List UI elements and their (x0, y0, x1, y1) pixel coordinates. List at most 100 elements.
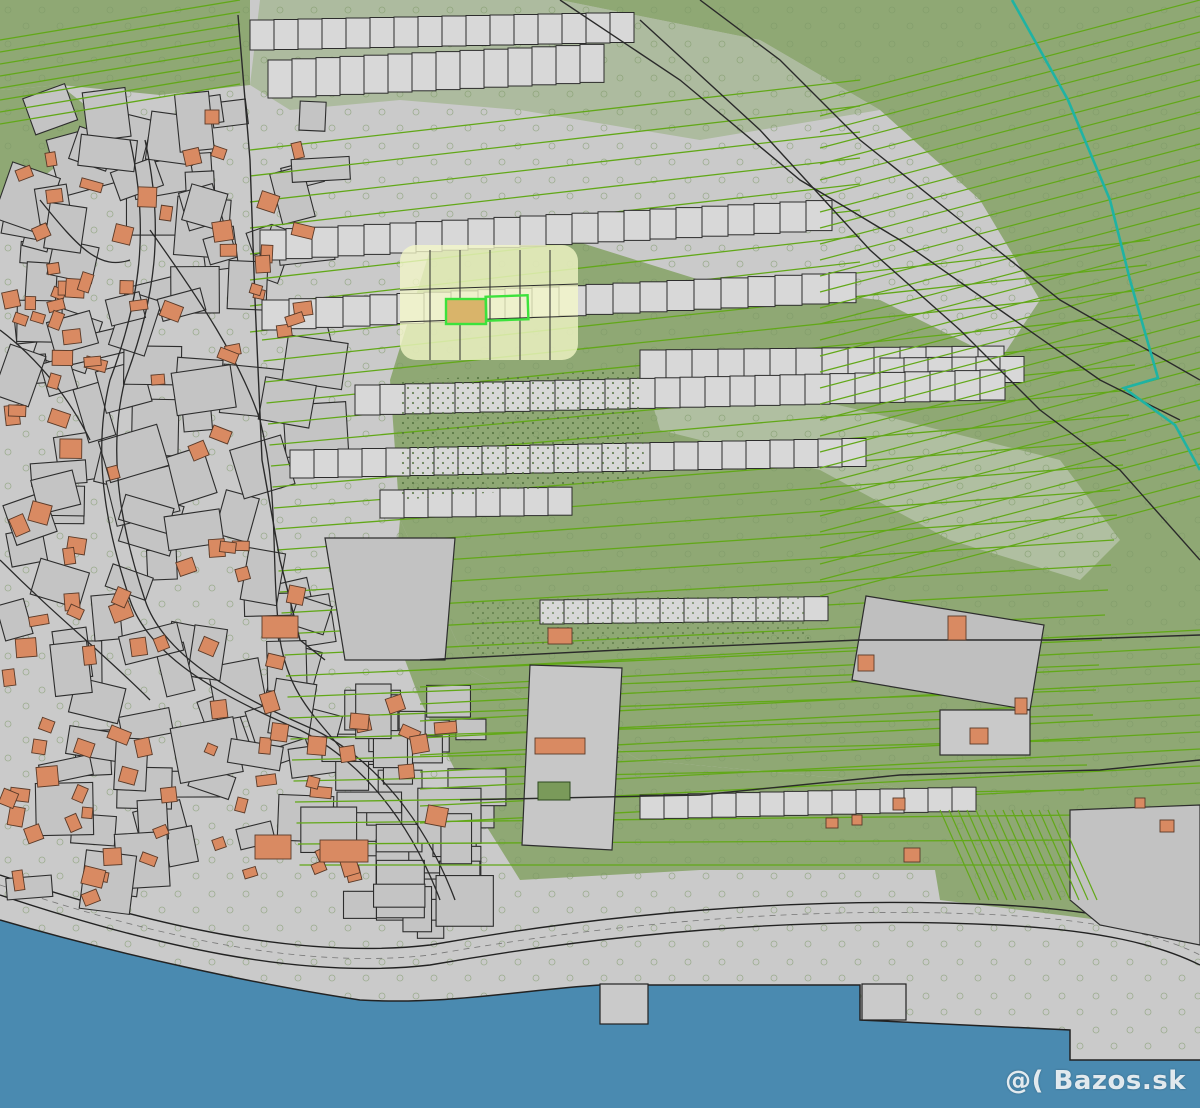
terrace-cell[interactable] (249, 19, 275, 51)
terrace-cell[interactable] (639, 794, 665, 820)
terrace-cell[interactable] (363, 54, 389, 94)
terrace-cell[interactable] (951, 786, 977, 812)
building[interactable] (159, 786, 178, 804)
terrace-cell[interactable] (547, 486, 573, 516)
building[interactable] (851, 814, 863, 826)
building[interactable] (81, 806, 94, 820)
building[interactable] (424, 804, 450, 828)
terrace-cell[interactable] (339, 55, 365, 95)
terrace-cell[interactable] (267, 59, 293, 99)
terrace-cell[interactable] (585, 283, 614, 315)
terrace-cell[interactable] (623, 209, 651, 241)
terrace-cell[interactable] (697, 441, 723, 470)
terrace-cell[interactable] (571, 212, 599, 244)
terrace-cell[interactable] (735, 792, 761, 818)
terrace-cell[interactable] (803, 596, 829, 622)
terrace-cell[interactable] (639, 281, 668, 313)
building[interactable] (35, 765, 60, 788)
village-parcel[interactable] (77, 133, 139, 173)
terrace-cell[interactable] (273, 19, 299, 50)
building[interactable] (51, 349, 74, 367)
building[interactable] (129, 636, 149, 658)
terrace-cell[interactable] (369, 294, 398, 326)
terrace-cell[interactable] (654, 377, 681, 409)
terrace-cell[interactable] (523, 487, 549, 517)
building[interactable] (46, 261, 61, 276)
terrace-cell[interactable] (663, 793, 689, 819)
terrace-cell[interactable] (807, 790, 833, 816)
terrace-cell[interactable] (545, 214, 573, 246)
building[interactable] (433, 720, 458, 735)
terrace-cell[interactable] (727, 204, 755, 236)
terrace-cell[interactable] (711, 792, 737, 818)
building[interactable] (133, 736, 153, 759)
terrace-cell[interactable] (954, 370, 981, 402)
terrace-cell[interactable] (297, 18, 323, 50)
terrace-cell[interactable] (720, 277, 749, 309)
building[interactable] (59, 438, 83, 459)
building[interactable] (319, 839, 369, 863)
building[interactable] (903, 847, 921, 863)
terrace-cell[interactable] (649, 442, 675, 471)
terrace-cell[interactable] (459, 49, 485, 89)
terrace-cell[interactable] (691, 348, 719, 380)
building[interactable] (254, 254, 271, 274)
village-parcel[interactable] (81, 86, 132, 143)
terrace-cell[interactable] (721, 440, 747, 470)
terrace-cell[interactable] (649, 208, 677, 240)
building[interactable] (969, 727, 989, 745)
terrace-cell[interactable] (673, 441, 699, 471)
terrace-cell[interactable] (675, 207, 703, 239)
building[interactable] (137, 186, 158, 208)
building[interactable] (547, 627, 573, 645)
terrace-cell[interactable] (831, 789, 857, 815)
building[interactable] (45, 187, 64, 205)
terrace-cell[interactable] (354, 384, 381, 416)
building[interactable] (209, 699, 229, 720)
terrace-cell[interactable] (828, 272, 857, 304)
building[interactable] (261, 615, 299, 639)
terrace-cell[interactable] (369, 17, 395, 48)
building[interactable] (150, 373, 166, 386)
building[interactable] (857, 654, 875, 672)
terrace-cell[interactable] (411, 52, 437, 92)
terrace-cell[interactable] (342, 295, 371, 327)
terrace-cell[interactable] (361, 448, 387, 477)
terrace-cell[interactable] (779, 201, 807, 233)
building[interactable] (6, 805, 26, 828)
building[interactable] (1134, 797, 1146, 809)
terrace-cell[interactable] (467, 218, 495, 250)
terrace-cell[interactable] (321, 18, 347, 49)
terrace-cell[interactable] (693, 278, 722, 310)
terrace-cell[interactable] (489, 14, 515, 46)
terrace-cell[interactable] (612, 282, 641, 314)
terrace-cell[interactable] (717, 348, 745, 380)
terrace-cell[interactable] (289, 449, 315, 479)
building[interactable] (1159, 819, 1175, 833)
terrace-cell[interactable] (774, 274, 803, 306)
building[interactable] (285, 584, 307, 606)
terrace-cell[interactable] (537, 13, 563, 45)
terrace-cell[interactable] (561, 13, 587, 44)
terrace-cell[interactable] (783, 790, 809, 816)
village-parcel[interactable] (435, 875, 494, 927)
village-parcel[interactable] (375, 823, 423, 853)
terrace-cell[interactable] (779, 374, 806, 406)
building[interactable] (81, 644, 97, 666)
terrace-cell[interactable] (793, 439, 819, 468)
building[interactable] (349, 712, 370, 731)
village-parcel[interactable] (298, 100, 327, 132)
terrace-cell[interactable] (929, 370, 956, 402)
terrace-cell[interactable] (441, 15, 467, 47)
building[interactable] (14, 637, 38, 659)
building[interactable] (255, 773, 278, 788)
terrace-cell[interactable] (729, 375, 756, 407)
terrace-cell[interactable] (585, 12, 611, 44)
building[interactable] (892, 797, 906, 811)
village-parcel[interactable] (373, 883, 426, 908)
terrace-cell[interactable] (753, 202, 781, 234)
terrace-cell[interactable] (829, 373, 856, 405)
building[interactable] (825, 817, 839, 829)
terrace-cell[interactable] (579, 43, 605, 83)
terrace-cell[interactable] (513, 14, 539, 45)
